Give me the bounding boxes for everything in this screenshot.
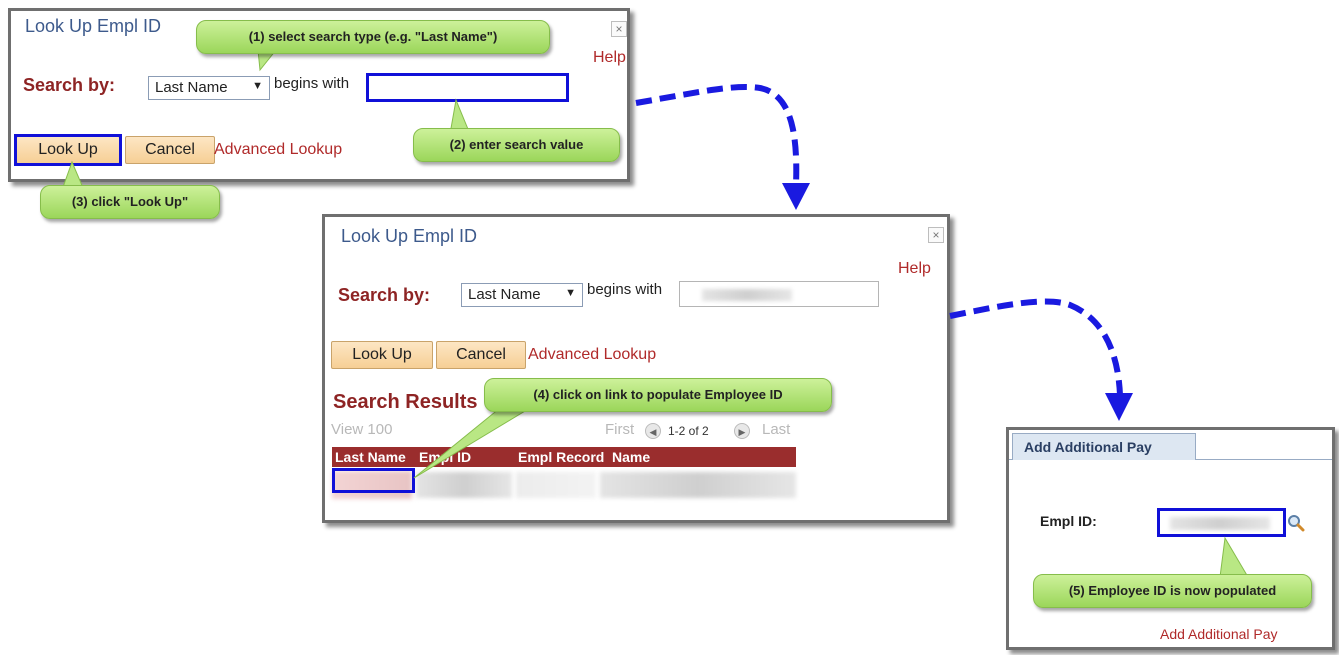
arrowhead-2 — [1105, 393, 1133, 421]
flow-arrow-1 — [635, 83, 800, 186]
flow-arrow-2 — [949, 298, 1123, 396]
arrowhead-1 — [782, 183, 810, 210]
flow-arrows — [635, 83, 1133, 421]
